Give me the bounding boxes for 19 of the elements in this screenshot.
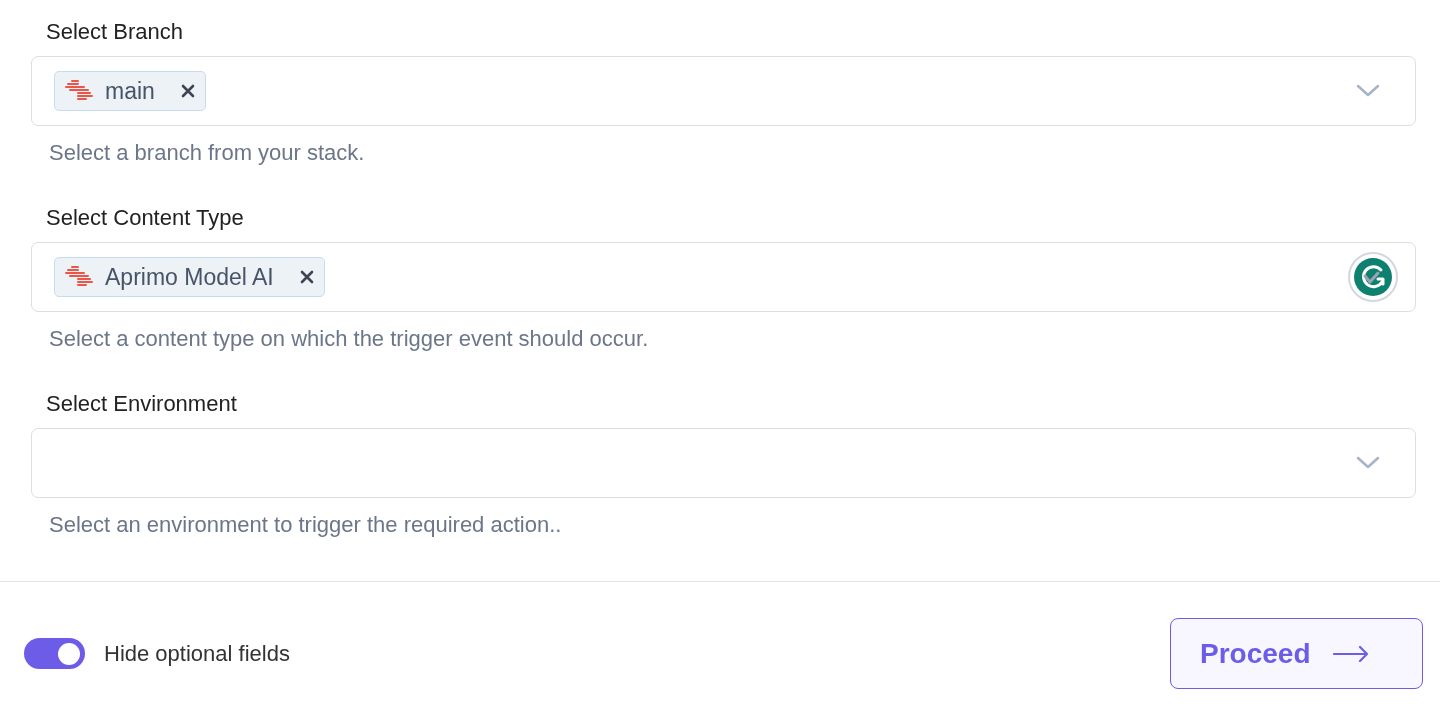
proceed-button[interactable]: Proceed	[1170, 618, 1423, 689]
striped-logo-icon	[65, 80, 93, 102]
toggle-switch[interactable]	[24, 638, 85, 669]
close-icon[interactable]	[180, 84, 195, 98]
field-label: Select Branch	[45, 18, 184, 46]
field-label: Select Content Type	[45, 204, 245, 232]
striped-logo-icon	[65, 266, 93, 288]
arrow-right-icon	[1332, 645, 1369, 662]
field-label: Select Environment	[45, 390, 238, 418]
toggle-label: Hide optional fields	[104, 639, 290, 668]
chip-text: main	[105, 77, 155, 105]
select-field[interactable]: main	[31, 56, 1416, 126]
select-field[interactable]: Aprimo Model AI	[31, 242, 1416, 312]
helper-text: Select a content type on which the trigger event should occur.	[48, 325, 650, 353]
helper-text: Select an environment to trigger the required action..	[48, 511, 563, 539]
close-icon[interactable]	[299, 270, 314, 284]
chip-text: Aprimo Model AI	[105, 263, 274, 291]
select-field[interactable]	[31, 428, 1416, 498]
helper-text: Select a branch from your stack.	[48, 139, 366, 167]
